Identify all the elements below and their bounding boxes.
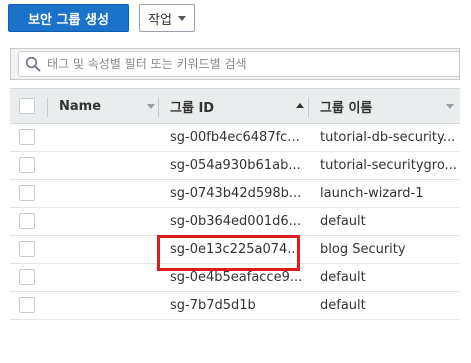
name-cell [59, 292, 154, 319]
group-id-cell: sg-7b7d5d1b [170, 298, 256, 313]
column-divider [158, 97, 159, 117]
group-name-cell: default [320, 298, 366, 313]
column-header-group-id[interactable]: 그룹 ID [170, 89, 306, 123]
group-name-cell: tutorial-securitygro... [320, 158, 457, 173]
row-checkbox[interactable] [19, 269, 35, 285]
row-checkbox[interactable] [19, 297, 35, 313]
select-all-checkbox[interactable] [19, 98, 35, 114]
name-cell [59, 208, 154, 235]
group-name-cell: launch-wizard-1 [320, 186, 424, 201]
table-row[interactable]: sg-00fb4ec6487fc... tutorial-db-security… [10, 124, 460, 152]
column-divider [47, 97, 48, 117]
filter-bar [10, 48, 460, 80]
row-checkbox[interactable] [19, 185, 35, 201]
table-row[interactable]: sg-0e13c225a074... blog Security [10, 236, 460, 264]
group-name-cell: blog Security [320, 242, 406, 257]
name-cell [59, 236, 154, 263]
column-header-group-name[interactable]: 그룹 이름 [320, 89, 460, 123]
chevron-down-icon [177, 15, 186, 21]
sort-icon [147, 104, 155, 109]
group-name-cell: tutorial-db-security... [320, 130, 456, 145]
group-id-cell: sg-0e13c225a074... [170, 242, 300, 257]
sort-icon [446, 104, 454, 109]
group-id-cell: sg-0e4b5eafacce9... [170, 270, 303, 285]
select-all-cell [19, 89, 35, 123]
toolbar: 보안 그룹 생성 작업 [0, 0, 471, 44]
name-cell [59, 180, 154, 207]
group-name-cell: default [320, 270, 366, 285]
table-row[interactable]: sg-7b7d5d1b default [10, 292, 460, 320]
actions-button[interactable]: 작업 [139, 4, 195, 32]
name-cell [59, 124, 154, 151]
table-header: Name 그룹 ID 그룹 이름 [10, 88, 460, 124]
group-id-cell: sg-0b364ed001d6... [170, 214, 302, 229]
create-security-group-button[interactable]: 보안 그룹 생성 [8, 4, 129, 32]
group-id-cell: sg-0743b42d598b... [170, 186, 302, 201]
column-divider [308, 97, 309, 117]
name-cell [59, 152, 154, 179]
name-cell [59, 264, 154, 291]
table-row[interactable]: sg-0743b42d598b... launch-wizard-1 [10, 180, 460, 208]
table-row[interactable]: sg-0b364ed001d6... default [10, 208, 460, 236]
row-checkbox[interactable] [19, 157, 35, 173]
search-box[interactable] [18, 51, 459, 77]
row-checkbox[interactable] [19, 129, 35, 145]
sort-asc-icon [296, 103, 304, 108]
search-icon [25, 56, 41, 72]
table-body: sg-00fb4ec6487fc... tutorial-db-security… [10, 124, 460, 320]
row-checkbox[interactable] [19, 241, 35, 257]
group-id-cell: sg-054a930b61ab... [170, 158, 301, 173]
row-checkbox[interactable] [19, 213, 35, 229]
group-name-cell: default [320, 214, 366, 229]
security-groups-table: Name 그룹 ID 그룹 이름 sg-00fb4ec6487fc... tut… [10, 88, 460, 320]
column-header-name-label: Name [59, 98, 102, 114]
actions-label: 작업 [148, 12, 172, 28]
column-header-name[interactable]: Name [59, 89, 159, 123]
group-id-cell: sg-00fb4ec6487fc... [170, 130, 300, 145]
create-security-group-label: 보안 그룹 생성 [28, 12, 109, 28]
column-header-group-id-label: 그룹 ID [170, 100, 215, 116]
table-row[interactable]: sg-0e4b5eafacce9... default [10, 264, 460, 292]
search-input[interactable] [41, 53, 459, 75]
column-header-group-name-label: 그룹 이름 [320, 100, 373, 116]
table-row[interactable]: sg-054a930b61ab... tutorial-securitygro.… [10, 152, 460, 180]
